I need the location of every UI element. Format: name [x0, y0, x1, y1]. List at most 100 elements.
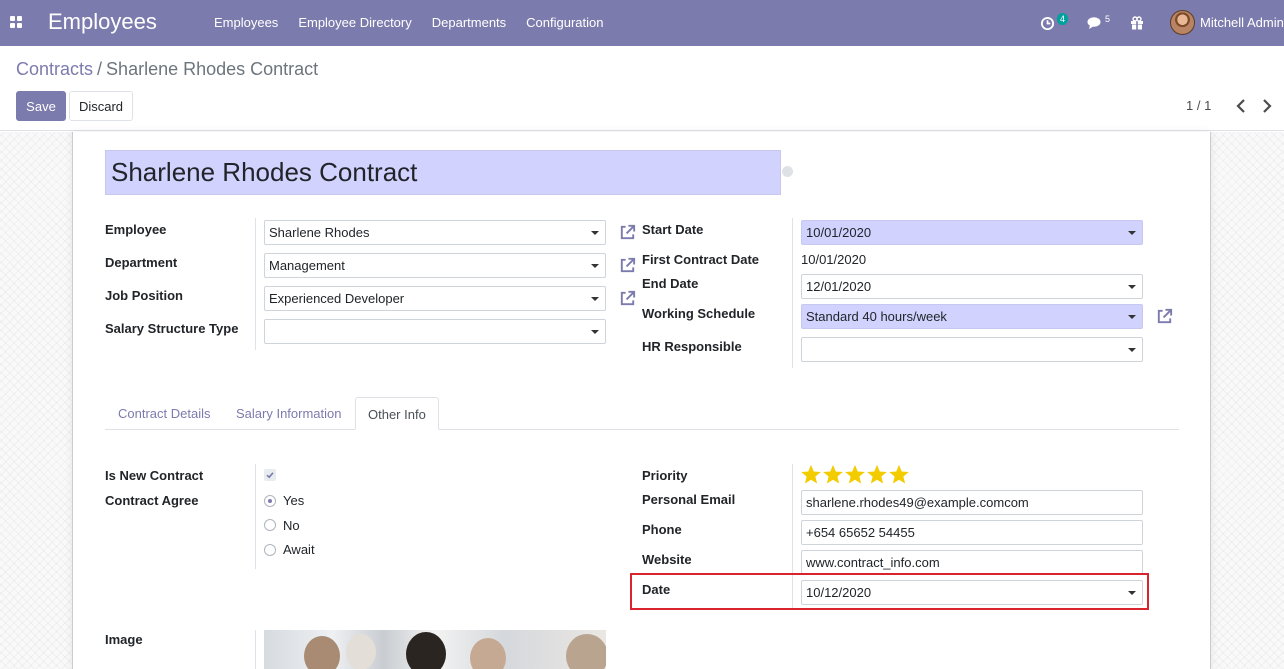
image-label: Image — [105, 632, 143, 647]
main-menu: Employees Employee Directory Departments… — [204, 0, 614, 46]
contract-agree-option-await[interactable]: Await — [283, 542, 315, 557]
contract-agree-radio-yes[interactable] — [264, 495, 276, 507]
working-schedule-label: Working Schedule — [642, 306, 756, 321]
message-count-badge: 5 — [1105, 14, 1111, 24]
website-value: www.contract_info.com — [806, 555, 940, 570]
end-date-field[interactable]: 12/01/2020 — [801, 274, 1143, 299]
contract-agree-label: Contract Agree — [105, 493, 199, 508]
tab-other-info[interactable]: Other Info — [355, 397, 439, 430]
date-highlight-box — [630, 573, 1149, 610]
activity-count-badge: 4 — [1057, 13, 1069, 25]
contract-image[interactable] — [264, 630, 606, 669]
is-new-contract-checkbox[interactable] — [264, 469, 276, 481]
job-position-label: Job Position — [105, 288, 183, 303]
chevron-down-icon — [591, 231, 599, 235]
activity-button[interactable]: 4 — [1040, 0, 1069, 46]
chevron-down-icon — [1128, 348, 1136, 352]
job-position-select[interactable]: Experienced Developer — [264, 286, 606, 311]
personal-email-value: sharlene.rhodes49@example.comcom — [806, 495, 1029, 510]
image-divider — [255, 630, 256, 669]
menu-item-departments[interactable]: Departments — [422, 0, 516, 46]
tab-contract-details[interactable]: Contract Details — [106, 397, 222, 430]
save-button[interactable]: Save — [16, 91, 66, 121]
job-position-value: Experienced Developer — [269, 291, 405, 306]
external-link-icon[interactable] — [618, 256, 637, 275]
employee-select[interactable]: Sharlene Rhodes — [264, 220, 606, 245]
contract-agree-radio-await[interactable] — [264, 544, 276, 556]
department-value: Management — [269, 258, 345, 273]
user-name[interactable]: Mitchell Admin — [1200, 15, 1284, 30]
image-person-4 — [470, 638, 506, 669]
chevron-down-icon — [1128, 285, 1136, 289]
app-title[interactable]: Employees — [48, 9, 157, 35]
image-person-5 — [566, 634, 606, 669]
first-contract-date-value: 10/01/2020 — [801, 252, 867, 267]
chevron-down-icon — [1128, 315, 1136, 319]
contract-agree-radio-no[interactable] — [264, 519, 276, 531]
breadcrumb: Contracts / Sharlene Rhodes Contract — [16, 59, 318, 80]
chevron-down-icon — [591, 297, 599, 301]
avatar[interactable] — [1170, 10, 1195, 35]
star-icon[interactable] — [822, 464, 844, 484]
control-panel: Contracts / Sharlene Rhodes Contract Save … — [0, 46, 1284, 131]
star-icon[interactable] — [888, 464, 910, 484]
menu-item-employees[interactable]: Employees — [204, 0, 288, 46]
breadcrumb-current: Sharlene Rhodes Contract — [106, 59, 319, 79]
discard-button[interactable]: Discard — [69, 91, 133, 121]
salary-structure-type-select[interactable] — [264, 319, 606, 344]
image-person-1 — [304, 636, 340, 669]
website-field[interactable]: www.contract_info.com — [801, 550, 1143, 575]
contract-agree-option-no[interactable]: No — [283, 518, 300, 533]
hr-responsible-select[interactable] — [801, 337, 1143, 362]
contract-agree-option-yes[interactable]: Yes — [283, 493, 304, 508]
menu-item-employee-directory[interactable]: Employee Directory — [288, 0, 421, 46]
contract-name-input[interactable]: Sharlene Rhodes Contract — [105, 150, 781, 195]
start-date-field[interactable]: 10/01/2020 — [801, 220, 1143, 245]
external-link-icon[interactable] — [1155, 307, 1174, 326]
apps-icon[interactable] — [10, 16, 23, 29]
is-new-contract-label: Is New Contract — [105, 468, 204, 483]
chevron-down-icon — [591, 330, 599, 334]
personal-email-field[interactable]: sharlene.rhodes49@example.comcom — [801, 490, 1143, 515]
star-icon[interactable] — [866, 464, 888, 484]
priority-stars — [800, 464, 910, 484]
working-schedule-value: Standard 40 hours/week — [806, 309, 947, 324]
messages-button[interactable]: 5 — [1087, 0, 1110, 46]
chevron-left-icon[interactable] — [1236, 98, 1246, 114]
star-icon[interactable] — [800, 464, 822, 484]
breadcrumb-contracts-link[interactable]: Contracts — [16, 59, 93, 79]
pager-value[interactable]: 1 / 1 — [1186, 98, 1211, 113]
phone-field[interactable]: +654 65652 54455 — [801, 520, 1143, 545]
breadcrumb-separator: / — [97, 59, 103, 79]
priority-label: Priority — [642, 468, 688, 483]
phone-value: +654 65652 54455 — [806, 525, 915, 540]
image-person-2 — [346, 634, 376, 669]
activity-clock-icon — [1040, 16, 1055, 30]
start-date-value: 10/01/2020 — [806, 225, 872, 240]
gift-icon — [1131, 16, 1143, 30]
start-date-label: Start Date — [642, 222, 704, 237]
external-link-icon[interactable] — [618, 289, 637, 308]
personal-email-label: Personal Email — [642, 492, 736, 507]
menu-item-configuration[interactable]: Configuration — [516, 0, 613, 46]
right-group-divider — [792, 218, 793, 368]
tab-salary-information[interactable]: Salary Information — [224, 397, 354, 430]
chat-icon — [1087, 17, 1101, 29]
external-link-icon[interactable] — [618, 223, 637, 242]
gift-button[interactable] — [1130, 0, 1144, 46]
top-navbar: Employees Employees Employee Directory D… — [0, 0, 1284, 46]
working-schedule-select[interactable]: Standard 40 hours/week — [801, 304, 1143, 329]
salary-structure-type-label: Salary Structure Type — [105, 321, 239, 336]
phone-label: Phone — [642, 522, 682, 537]
chevron-right-icon[interactable] — [1262, 98, 1272, 114]
department-label: Department — [105, 255, 178, 270]
other-left-divider — [255, 464, 256, 569]
department-select[interactable]: Management — [264, 253, 606, 278]
image-person-3 — [406, 632, 446, 669]
end-date-label: End Date — [642, 276, 699, 291]
status-dot — [782, 166, 793, 177]
first-contract-date-label: First Contract Date — [642, 252, 760, 267]
left-group-divider — [255, 218, 256, 350]
star-icon[interactable] — [844, 464, 866, 484]
website-label: Website — [642, 552, 692, 567]
